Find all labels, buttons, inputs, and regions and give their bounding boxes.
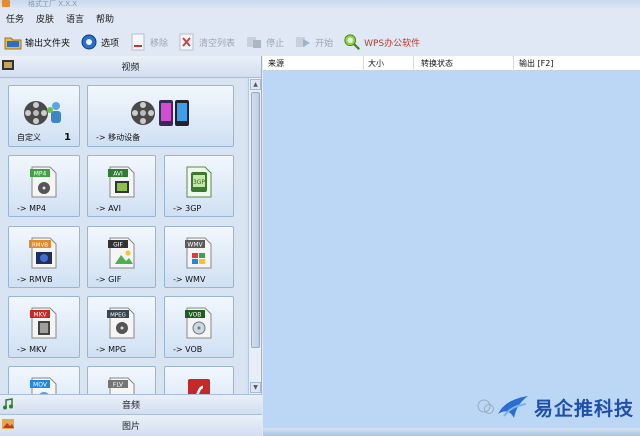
menu-task[interactable]: 任务 — [6, 10, 24, 27]
tile-gif[interactable]: GIF -> GIF — [87, 226, 156, 288]
tile-mobile-device[interactable]: -> 移动设备 — [87, 85, 234, 147]
app-icon — [2, 0, 10, 7]
scroll-up-arrow-icon[interactable]: ▲ — [250, 79, 261, 90]
audio-category-header[interactable]: 音频 — [0, 394, 262, 414]
column-divider — [413, 56, 414, 71]
svg-text:GIF: GIF — [113, 242, 123, 249]
mp4-file-icon: MP4 — [30, 166, 58, 201]
category-panel: 视频 自定义 1 -> 移动设备 MP4 -> MP4 AVI -> AVI 3… — [0, 56, 262, 436]
svg-text:AVI: AVI — [113, 171, 123, 178]
clear-list-button[interactable]: 清空列表 — [178, 31, 235, 53]
mkv-file-icon: MKV — [30, 307, 58, 342]
svg-text:VOB: VOB — [189, 312, 202, 319]
menu-skin[interactable]: 皮肤 — [36, 10, 54, 27]
svg-text:RMVB: RMVB — [32, 243, 48, 249]
wmv-file-icon: WMV — [185, 237, 213, 272]
list-column-header: 来源 大小 转换状态 输出 [F2] — [263, 56, 640, 71]
bottom-strip — [263, 428, 640, 436]
svg-text:MOV: MOV — [33, 382, 48, 389]
avi-file-icon: AVI — [107, 166, 136, 201]
vob-file-icon: VOB — [185, 307, 213, 342]
tile-mkv[interactable]: MKV -> MKV — [8, 296, 80, 358]
tile-3gp[interactable]: 3GP -> 3GP — [164, 155, 234, 217]
svg-text:3GP: 3GP — [193, 179, 205, 186]
scroll-down-arrow-icon[interactable]: ▼ — [250, 382, 261, 393]
svg-text:FLV: FLV — [112, 382, 123, 389]
mpg-file-icon: MPEG — [106, 307, 137, 342]
title-bar: 格式工厂 X.X.X — [0, 0, 640, 8]
tile-vob[interactable]: VOB -> VOB — [164, 296, 234, 358]
picture-category-header[interactable]: 图片 — [0, 414, 262, 436]
swf-file-icon — [185, 377, 213, 394]
wechat-icon — [477, 399, 494, 414]
grid-scrollbar[interactable]: ▲ ▼ — [248, 78, 261, 394]
svg-text:WMV: WMV — [187, 242, 203, 249]
tile-avi[interactable]: AVI -> AVI — [87, 155, 156, 217]
task-list-panel[interactable]: 来源 大小 转换状态 输出 [F2] 易企推科技 — [263, 56, 640, 436]
film-reel-users-icon — [22, 96, 66, 133]
watermark: 易企推科技 — [476, 392, 634, 422]
tile-flv[interactable]: FLV — [87, 366, 156, 394]
toolbar: 输出文件夹 选项 移除 清空列表 停止 开始 WPS办公软件 — [0, 28, 640, 56]
gif-file-icon: GIF — [107, 237, 136, 272]
column-divider — [513, 56, 514, 71]
start-button[interactable]: 开始 — [294, 31, 333, 53]
film-reel-devices-icon — [129, 96, 193, 133]
clear-x-icon — [178, 33, 196, 51]
svg-text:MPEG: MPEG — [110, 313, 126, 319]
flv-file-icon: FLV — [107, 377, 136, 394]
rmvb-file-icon: RMVB — [29, 237, 59, 272]
menu-bar: 任务 皮肤 语言 帮助 — [0, 8, 640, 28]
wps-office-button[interactable]: WPS办公软件 — [343, 31, 420, 53]
column-divider — [363, 56, 364, 71]
column-size[interactable]: 大小 — [368, 58, 384, 69]
tile-swf[interactable] — [164, 366, 234, 394]
tile-custom[interactable]: 自定义 1 — [8, 85, 80, 147]
video-category-header[interactable]: 视频 — [0, 56, 261, 78]
video-format-grid: 自定义 1 -> 移动设备 MP4 -> MP4 AVI -> AVI 3GP — [0, 78, 246, 394]
tile-rmvb[interactable]: RMVB -> RMVB — [8, 226, 80, 288]
column-output[interactable]: 输出 [F2] — [519, 58, 553, 69]
folder-icon — [4, 33, 22, 51]
svg-text:MP4: MP4 — [34, 171, 47, 178]
column-status[interactable]: 转换状态 — [421, 58, 453, 69]
menu-help[interactable]: 帮助 — [96, 10, 114, 27]
3gp-file-icon: 3GP — [185, 166, 213, 201]
gear-icon — [80, 33, 98, 51]
tile-wmv[interactable]: WMV -> WMV — [164, 226, 234, 288]
mov-file-icon: MOV — [30, 377, 58, 394]
wps-icon — [343, 33, 361, 51]
remove-button[interactable]: 移除 — [129, 31, 168, 53]
remove-doc-icon — [129, 33, 147, 51]
tile-mov[interactable]: MOV — [8, 366, 80, 394]
stop-icon — [245, 33, 263, 51]
options-button[interactable]: 选项 — [80, 31, 119, 53]
picture-icon — [2, 418, 14, 430]
svg-text:MKV: MKV — [33, 312, 47, 319]
scroll-thumb[interactable] — [251, 92, 260, 348]
column-source[interactable]: 来源 — [268, 58, 284, 69]
tile-mpg[interactable]: MPEG -> MPG — [87, 296, 156, 358]
stop-button[interactable]: 停止 — [245, 31, 284, 53]
music-note-icon — [2, 398, 14, 410]
tile-mp4[interactable]: MP4 -> MP4 — [8, 155, 80, 217]
output-folder-button[interactable]: 输出文件夹 — [4, 31, 70, 53]
company-logo-icon — [497, 396, 528, 418]
start-icon — [294, 33, 312, 51]
menu-language[interactable]: 语言 — [66, 10, 84, 27]
film-icon — [2, 59, 14, 71]
watermark-text: 易企推科技 — [533, 397, 634, 420]
